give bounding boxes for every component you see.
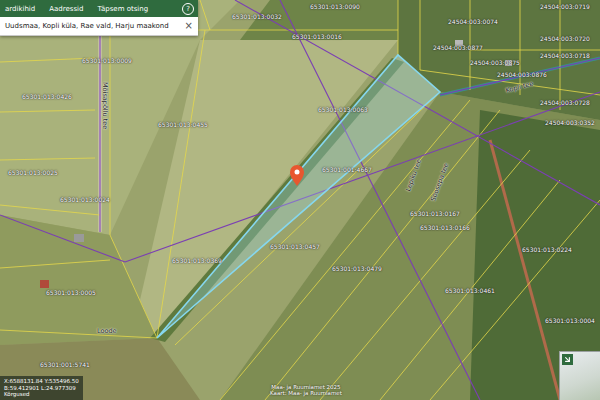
arrow-down-right-icon [563,355,572,364]
field-area [0,338,200,400]
map-view[interactable]: 65301:013:0032 65301:013:0090 65301:013:00… [0,0,600,400]
parcel-label: 65301:001:5741 [40,362,90,369]
field-area [0,215,157,345]
attribution-text: Maa- ja Ruumiamet 2025 [271,384,340,391]
parcel-label: 65301:013:0426 [22,94,72,101]
parcel-label: 65301:013:0009 [82,58,132,65]
parcel-label: 65301:013:0032 [232,14,282,21]
parcel-boundary [0,330,157,338]
parcel-label: 24504:003:0720 [540,36,590,43]
parcel-label: 65301:013:0167 [410,211,460,218]
parcel-boundary [110,235,157,338]
parcel-boundary [0,110,95,112]
parcel-label: 65301:013:0005 [46,290,96,297]
tab[interactable]: Täpsem otsing [93,2,154,16]
overview-toggle[interactable] [562,354,573,365]
attribution-text: Kaart: Maa- ja Ruumiamet [270,390,342,397]
field-strips [220,92,600,400]
parcel-label: 65301:013:0455 [158,122,208,129]
parcel-boundary [0,158,95,160]
clear-button[interactable]: × [185,21,193,31]
parcel-label: 65301:013:0461 [445,288,495,295]
heights-link[interactable]: Kõrgused [4,391,79,398]
road-label: Loode [97,328,117,335]
attribution: Maa- ja Ruumiamet 2025Kaart: Maa- ja Ruu… [270,384,342,397]
parcel-boundary [320,150,530,400]
map-ground [0,0,600,400]
help-icon[interactable]: ? [182,3,194,15]
forest-area [470,110,600,400]
parcel-label: 24504:003:0728 [540,100,590,107]
overview-map[interactable] [559,351,600,400]
parcel-boundary [420,70,600,95]
xy-coordinates: X:6588131.84 Y:535496.50 [4,378,79,385]
location-pin-icon [290,165,304,186]
parcel-label: 24504:003:0876 [497,72,547,79]
parcel-label: 24504:003:0877 [433,45,483,52]
parcel-label: 65301:013:0063 [318,107,368,114]
search-value[interactable]: Uudsmaa, Kopli küla, Rae vald, Harju maa… [5,22,181,30]
parcel-boundary [420,0,421,70]
parcel-label: 24504:003:0074 [448,19,498,26]
parcel-boundary [200,0,210,30]
building [74,234,84,242]
parcel-label: 65301:013:0090 [310,4,360,11]
parcel-boundary [398,0,399,55]
tab[interactable]: Aadressid [44,2,88,16]
parcel-boundary [0,58,95,62]
tab[interactable]: ardikihid [0,2,40,16]
parcel-label: 65301:013:0016 [292,34,342,41]
parcel-label: 65301:013:0025 [8,170,58,177]
selected-parcel[interactable] [157,55,440,338]
parcel-boundary [520,0,521,95]
parcel-label: 65301:001:4667 [322,167,372,174]
parcel-label: 65301:013:0024 [60,197,110,204]
parcel-boundary [380,180,560,400]
admin-boundary [440,58,600,95]
parcel-label: 65301:013:0369 [172,258,222,265]
parcel-label: 65301:013:0457 [270,244,320,251]
road [490,140,560,400]
bl-coordinates: B:59.412901 L:24.977309 [4,385,79,392]
coordinates-box: X:6588131.84 Y:535496.50B:59.412901 L:24… [0,376,83,400]
road-label: Mõisapõllu tee [101,82,108,129]
parcel-boundary [0,260,110,268]
parcel-boundary [0,205,100,215]
parcel-boundary [470,50,600,51]
parcel-boundary [265,110,500,400]
building [40,280,49,288]
parcel-label: 65301:013:0166 [420,225,470,232]
parcel-boundary [175,92,440,345]
search-field[interactable]: Uudsmaa, Kopli küla, Rae vald, Harju maa… [0,17,198,36]
parcel-label: 65301:013:0479 [332,266,382,273]
admin-boundary [0,215,125,262]
search-panel: ardikihid Aadressid Täpsem otsing?Uudsmaa,… [0,0,198,36]
parcel-label: 24504:003:0352 [545,120,595,127]
parcel-label: 24504:003:0719 [540,4,590,11]
parcel-label: 65301:013:0224 [522,247,572,254]
parcel-label: 24504:003:0875 [470,60,520,67]
tab-bar: ardikihid Aadressid Täpsem otsing? [0,0,198,17]
parcel-label: 24504:003:0718 [540,53,590,60]
parcel-label: 65301:013:0004 [545,318,595,325]
